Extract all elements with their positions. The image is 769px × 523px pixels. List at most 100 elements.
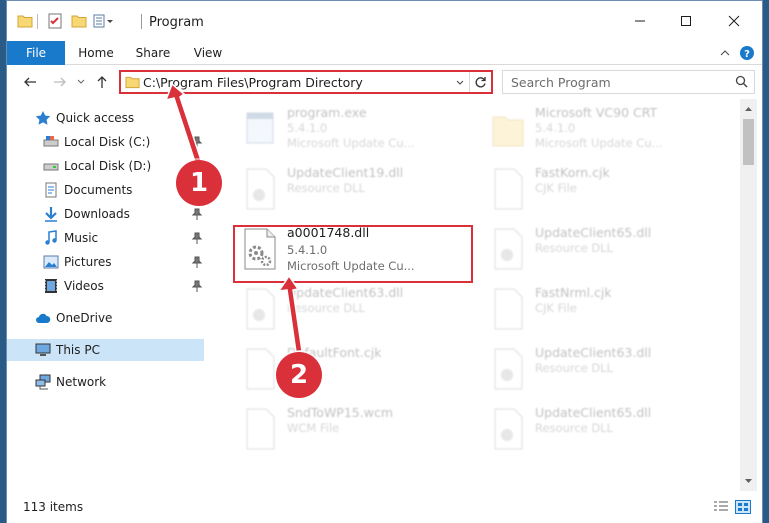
nav-item-this-pc[interactable]: This PC	[7, 339, 204, 361]
nav-item-music[interactable]: Music	[7, 227, 204, 249]
nav-label: Quick access	[56, 111, 135, 125]
nav-item-downloads[interactable]: Downloads	[7, 203, 204, 225]
exe-file-icon	[246, 112, 274, 144]
file-name: UpdateClient63.dll	[287, 285, 404, 300]
file-name: UpdateClient63.dll	[535, 345, 652, 360]
nav-label: This PC	[56, 343, 100, 357]
navigation-bar: C:\Program Files\Program Directory Searc…	[7, 65, 762, 99]
vertical-scrollbar[interactable]	[740, 99, 757, 491]
svg-text:?: ?	[744, 49, 750, 60]
refresh-icon	[475, 76, 486, 87]
drive-icon	[43, 136, 59, 147]
computer-icon	[35, 343, 51, 356]
customize-toolbar-icon[interactable]	[93, 13, 115, 29]
nav-label: Downloads	[64, 207, 130, 221]
scroll-up-button[interactable]	[743, 103, 754, 114]
nav-label: Pictures	[64, 255, 112, 269]
videos-icon	[45, 279, 57, 293]
folder-icon	[125, 76, 140, 89]
status-bar: 113 items	[7, 491, 762, 523]
file-name: UpdateClient65.dll	[535, 225, 652, 240]
file-list: program.exe 5.4.1.0 Microsoft Update Cu.…	[211, 99, 740, 491]
file-item[interactable]: DefaultFont.cjk	[235, 343, 475, 395]
folder-icon	[492, 116, 524, 147]
address-bar[interactable]: C:\Program Files\Program Directory	[119, 70, 493, 94]
nav-label: Videos	[64, 279, 104, 293]
nav-item-pictures[interactable]: Pictures	[7, 251, 204, 273]
search-placeholder: Search Program	[511, 75, 611, 90]
refresh-button[interactable]	[469, 72, 491, 92]
tab-view[interactable]: View	[185, 41, 231, 65]
pin-icon	[192, 256, 202, 268]
back-button[interactable]	[21, 73, 39, 91]
recent-locations-button[interactable]	[75, 73, 87, 91]
scroll-down-button[interactable]	[743, 475, 754, 486]
file-name: FastKorn.cjk	[535, 165, 610, 180]
star-icon	[35, 111, 51, 125]
tab-share[interactable]: Share	[127, 41, 179, 65]
file-item[interactable]: UpdateClient65.dll Resource DLL	[483, 223, 723, 275]
details-view-icon[interactable]	[713, 500, 729, 514]
scroll-thumb[interactable]	[743, 119, 754, 165]
nav-label: Documents	[64, 183, 133, 197]
file-type: WCM File	[287, 421, 340, 435]
nav-label: Local Disk (D:)	[64, 159, 152, 173]
file-item[interactable]: FastNrml.cjk CJK File	[483, 283, 723, 335]
file-item[interactable]: UpdateClient65.dll Resource DLL	[483, 403, 723, 455]
folder-icon[interactable]	[17, 13, 33, 29]
chevron-down-icon	[77, 79, 85, 84]
title-bar: Program	[7, 1, 762, 41]
file-name: program.exe	[287, 105, 367, 120]
nav-item-quick-access[interactable]: Quick access	[7, 107, 204, 129]
maximize-button[interactable]	[663, 1, 709, 41]
up-button[interactable]	[93, 73, 111, 91]
address-path: C:\Program Files\Program Directory	[143, 75, 363, 90]
close-button[interactable]	[711, 1, 757, 41]
tab-file[interactable]: File	[7, 41, 65, 65]
download-icon	[45, 207, 57, 222]
file-name: Microsoft VC90 CRT	[535, 105, 658, 120]
nav-item-documents[interactable]: Documents	[7, 179, 204, 201]
nav-item-network[interactable]: Network	[7, 371, 204, 393]
file-type: Resource DLL	[287, 181, 366, 195]
minimize-button[interactable]	[617, 1, 663, 41]
large-icons-view-icon[interactable]	[735, 500, 751, 514]
file-item[interactable]: UpdateClient63.dll Resource DLL	[483, 343, 723, 395]
file-item[interactable]: FastKorn.cjk CJK File	[483, 163, 723, 215]
expand-ribbon-icon[interactable]	[717, 45, 733, 61]
help-icon[interactable]: ?	[739, 45, 755, 61]
nav-item-onedrive[interactable]: OneDrive	[7, 307, 204, 329]
drive-icon	[43, 163, 59, 171]
file-item[interactable]: UpdateClient19.dll Resource DLL	[235, 163, 475, 215]
nav-label: Music	[64, 231, 99, 245]
title-divider	[141, 14, 142, 29]
pin-icon	[192, 280, 202, 292]
file-item[interactable]: Microsoft VC90 CRT 5.4.1.0 Microsoft Upd…	[483, 103, 723, 155]
maximize-icon	[681, 16, 691, 26]
network-icon	[35, 374, 51, 390]
up-arrow-icon	[97, 76, 107, 88]
close-icon	[728, 15, 740, 27]
chevron-down-icon[interactable]	[455, 78, 465, 88]
forward-button[interactable]	[51, 73, 69, 91]
minimize-icon	[635, 20, 645, 22]
dll-file-icon	[246, 168, 275, 210]
file-item[interactable]: SndToWP15.wcm WCM File	[235, 403, 475, 455]
nav-item-local-disk-d[interactable]: Local Disk (D:)	[7, 155, 204, 177]
new-folder-icon[interactable]	[71, 13, 87, 29]
properties-icon[interactable]	[47, 13, 63, 29]
file-item[interactable]: UpdateClient63.dll Resource DLL	[235, 283, 475, 335]
tab-home[interactable]: Home	[71, 41, 121, 65]
file-type: Resource DLL	[535, 361, 614, 375]
file-item[interactable]: program.exe 5.4.1.0 Microsoft Update Cu.…	[235, 103, 475, 155]
file-type: Resource DLL	[535, 241, 614, 255]
forward-arrow-icon	[54, 77, 66, 87]
nav-item-videos[interactable]: Videos	[7, 275, 204, 297]
search-box[interactable]: Search Program	[502, 70, 755, 94]
qa-divider	[37, 14, 38, 29]
nav-item-local-disk-c[interactable]: Local Disk (C:)	[7, 131, 204, 153]
file-version: 5.4.1.0	[535, 121, 576, 135]
file-description: Microsoft Update Cu...	[535, 136, 663, 150]
dll-file-icon	[494, 228, 523, 270]
cloud-icon	[36, 313, 51, 323]
